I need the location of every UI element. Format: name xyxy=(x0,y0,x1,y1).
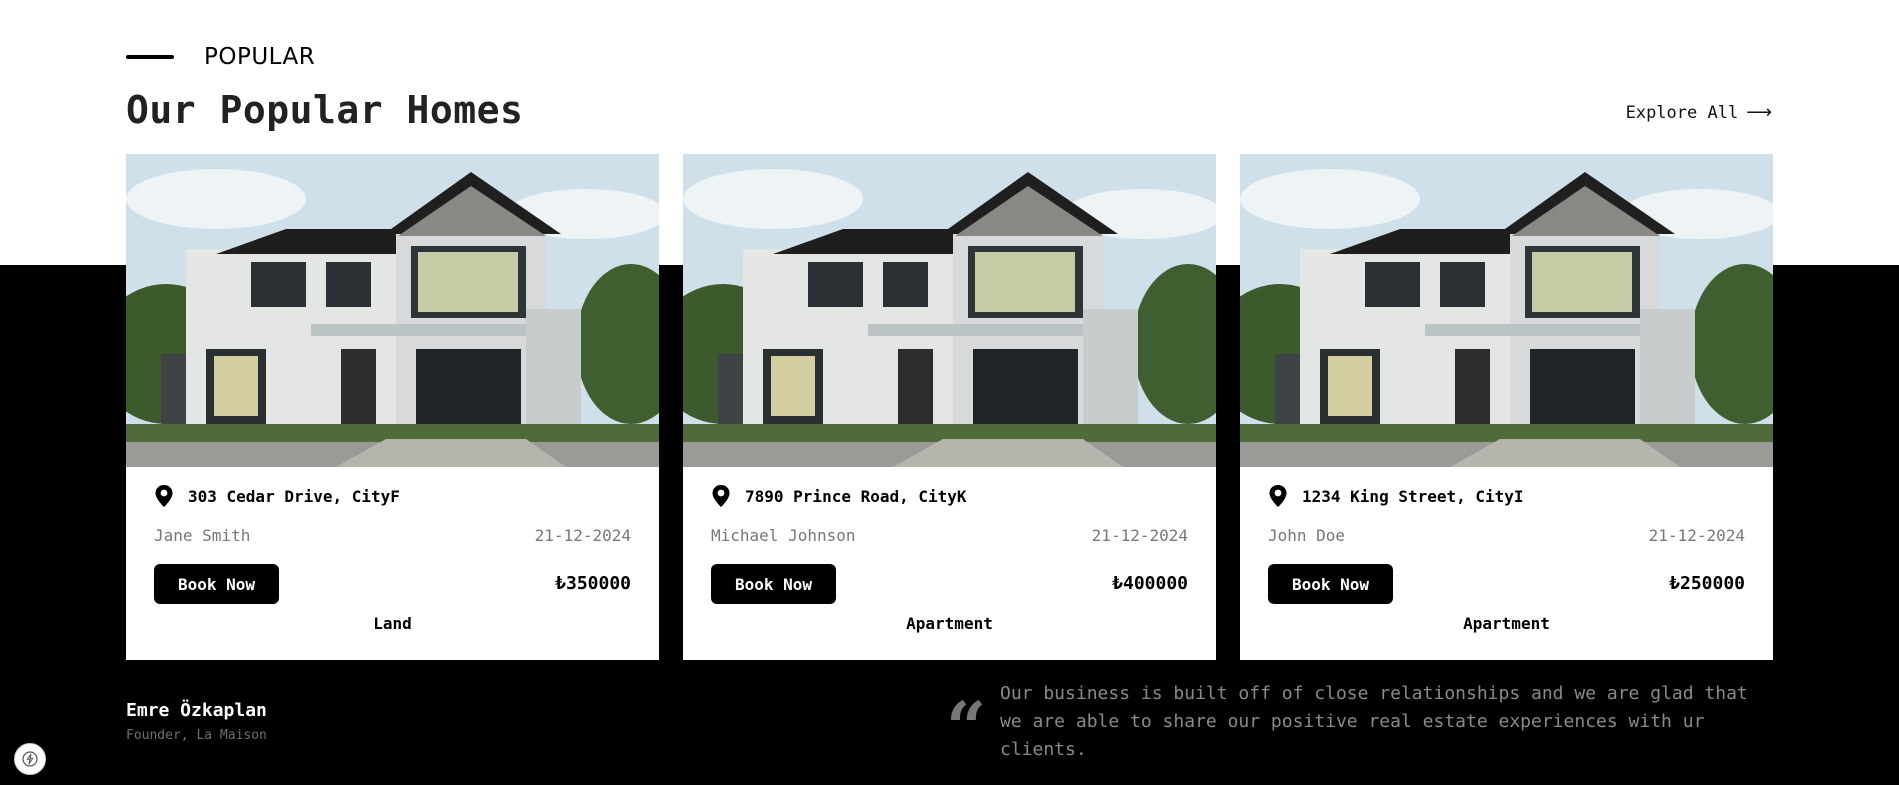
owner-name: John Doe xyxy=(1268,526,1346,545)
map-pin-icon xyxy=(155,485,173,507)
owner-name: Jane Smith xyxy=(154,526,251,545)
property-type: Land xyxy=(373,614,412,633)
book-now-button[interactable]: Book Now xyxy=(1268,564,1393,604)
property-price: ₺400000 xyxy=(1112,573,1188,594)
property-price: ₺350000 xyxy=(555,573,631,594)
property-card[interactable]: 303 Cedar Drive, CityF Jane Smith 21-12-… xyxy=(126,154,659,660)
property-type: Apartment xyxy=(906,614,993,633)
house-photo xyxy=(683,154,1216,467)
explore-all-label: Explore All xyxy=(1625,102,1739,123)
map-pin-icon xyxy=(712,485,730,507)
quote-icon: “ xyxy=(946,698,987,748)
arrow-right-icon: ⟶ xyxy=(1746,102,1772,123)
property-card-list: 303 Cedar Drive, CityF Jane Smith 21-12-… xyxy=(126,154,1773,660)
address-text: 1234 King Street, CityI xyxy=(1302,486,1524,506)
testimonial-author-role: Founder, La Maison xyxy=(126,728,267,743)
property-address: 1234 King Street, CityI xyxy=(1268,484,1524,508)
lightning-glyph xyxy=(22,751,38,767)
address-text: 303 Cedar Drive, CityF xyxy=(188,486,400,506)
explore-all-link[interactable]: Explore All ⟶ xyxy=(1626,102,1772,123)
testimonial-quote: Our business is built off of close relat… xyxy=(1000,683,1748,760)
eyebrow-divider xyxy=(126,55,174,59)
property-type: Apartment xyxy=(1463,614,1550,633)
property-address: 7890 Prince Road, CityK xyxy=(711,484,967,508)
property-address: 303 Cedar Drive, CityF xyxy=(154,484,400,508)
section-title: Our Popular Homes xyxy=(126,88,524,132)
property-card[interactable]: 1234 King Street, CityI John Doe 21-12-2… xyxy=(1240,154,1773,660)
property-card[interactable]: 7890 Prince Road, CityK Michael Johnson … xyxy=(683,154,1216,660)
address-text: 7890 Prince Road, CityK xyxy=(745,486,967,506)
listing-date: 21-12-2024 xyxy=(1091,526,1188,545)
listing-date: 21-12-2024 xyxy=(1648,526,1745,545)
book-now-button[interactable]: Book Now xyxy=(711,564,836,604)
owner-name: Michael Johnson xyxy=(711,526,856,545)
map-pin-icon xyxy=(1269,485,1287,507)
house-photo xyxy=(1240,154,1773,467)
house-photo xyxy=(126,154,659,467)
listing-date: 21-12-2024 xyxy=(534,526,631,545)
eyebrow-label: POPULAR xyxy=(204,44,316,70)
property-price: ₺250000 xyxy=(1669,573,1745,594)
testimonial-author-name: Emre Özkaplan xyxy=(126,700,267,721)
book-now-button[interactable]: Book Now xyxy=(154,564,279,604)
lightning-icon[interactable] xyxy=(14,743,46,775)
section-eyebrow: POPULAR xyxy=(126,44,315,70)
